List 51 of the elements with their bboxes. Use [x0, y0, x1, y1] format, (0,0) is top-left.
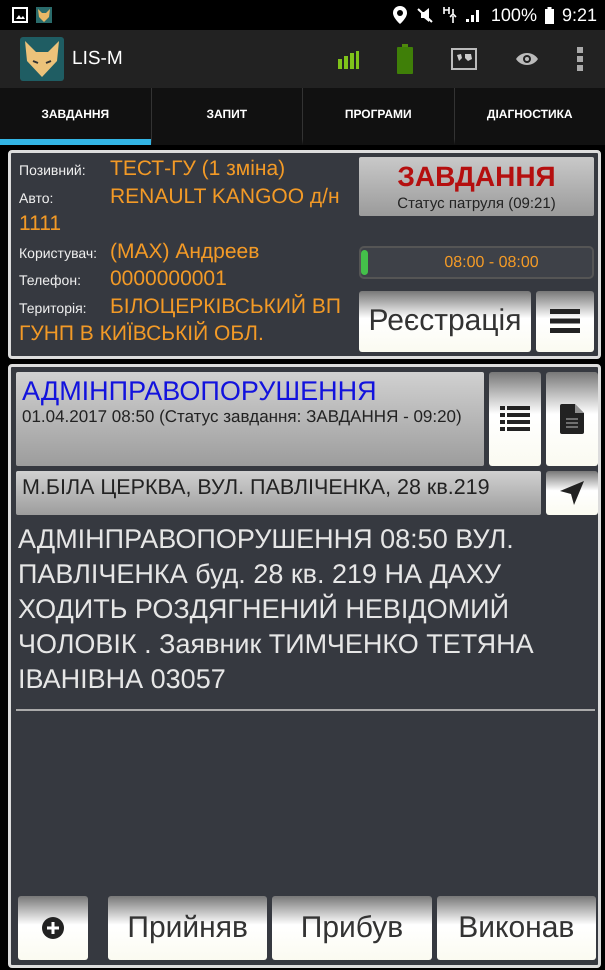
menu-icon — [550, 309, 580, 334]
field-label: Телефон: — [19, 271, 82, 290]
register-button[interactable]: Реєстрація — [359, 290, 531, 352]
field-label: Позивний: — [19, 161, 87, 180]
battery-icon — [544, 6, 554, 24]
field-label: Користувач: — [19, 244, 98, 263]
signal-strength-icon[interactable] — [337, 49, 359, 69]
shift-time: 08:00 - 08:00 — [444, 254, 539, 272]
overflow-menu-icon[interactable] — [577, 47, 583, 71]
patrol-status-button[interactable]: ЗАВДАННЯ Статус патруля (09:21) — [359, 157, 594, 216]
field-value: БІЛОЦЕРКІВСЬКИЙ ВП — [110, 294, 341, 318]
field-value: RENAULT KANGOO д/н — [110, 184, 340, 208]
menu-button[interactable] — [536, 290, 594, 352]
field-label: Авто: — [19, 188, 54, 208]
plus-icon — [42, 917, 64, 939]
task-header[interactable]: АДМІНПРАВОПОРУШЕННЯ 01.04.2017 08:50 (Статус завдання: ЗАВДАННЯ - 09:20) — [16, 372, 484, 466]
add-button[interactable] — [18, 896, 88, 960]
task-status: 01.04.2017 08:50 (Статус завдання: ЗАВДАННЯ - 09:20) — [22, 407, 463, 427]
document-button[interactable] — [546, 372, 598, 466]
field-label: Територія: — [19, 298, 88, 318]
battery-icon[interactable] — [397, 44, 413, 74]
task-address[interactable]: М.БІЛА ЦЕРКВА, ВУЛ. ПАВЛІЧЕНКА, 28 кв.219 — [16, 471, 541, 515]
fox-logo-icon — [20, 37, 64, 81]
field-value: 1111 — [19, 212, 62, 235]
task-description: АДМІНПРАВОПОРУШЕННЯ 08:50 ВУЛ. ПАВЛІЧЕНКА буд. 28 кв. 219 НА ДАХУ ХОДИТЬ РОЗДЯГНЕНИЙ НЕВІДОМИЙ ЧОЛОВІК . Заявник ТИМЧЕНКО ТЕТЯНА ІВАНІВНА 03057 — [18, 523, 535, 696]
map-icon[interactable] — [451, 48, 477, 70]
navigate-button[interactable] — [546, 471, 598, 515]
app-title: LIS-M — [72, 48, 123, 70]
gallery-icon — [12, 7, 28, 23]
mute-icon — [414, 7, 435, 23]
fox-icon — [36, 7, 52, 23]
eye-icon[interactable] — [515, 51, 539, 67]
tab[interactable]: ДІАГНОСТИКА — [454, 88, 605, 145]
navigation-arrow-icon — [559, 480, 585, 506]
document-icon — [560, 404, 584, 434]
tab[interactable]: ЗАПИТ — [150, 88, 302, 145]
tab[interactable]: ПРОГРАМИ — [302, 88, 454, 145]
field-value: 0000000001 — [110, 267, 227, 290]
list-icon — [500, 405, 530, 433]
field-value: (MAX) Андреев — [110, 240, 260, 262]
clock: 9:21 — [562, 4, 597, 26]
task-title: АДМІНПРАВОПОРУШЕННЯ — [22, 376, 378, 407]
list-button[interactable] — [489, 372, 541, 466]
field-value: ГУНП В КИЇВСЬКІЙ ОБЛ. — [19, 322, 264, 345]
field-value: ТЕСТ-ГУ (1 зміна) — [110, 157, 286, 180]
action-button[interactable]: Прийняв — [108, 896, 268, 960]
battery-percent: 100% — [490, 4, 537, 26]
location-icon — [392, 6, 407, 24]
action-button[interactable]: Прибув — [272, 896, 432, 960]
network-icon — [442, 6, 457, 24]
action-button[interactable]: Виконав — [436, 896, 596, 960]
